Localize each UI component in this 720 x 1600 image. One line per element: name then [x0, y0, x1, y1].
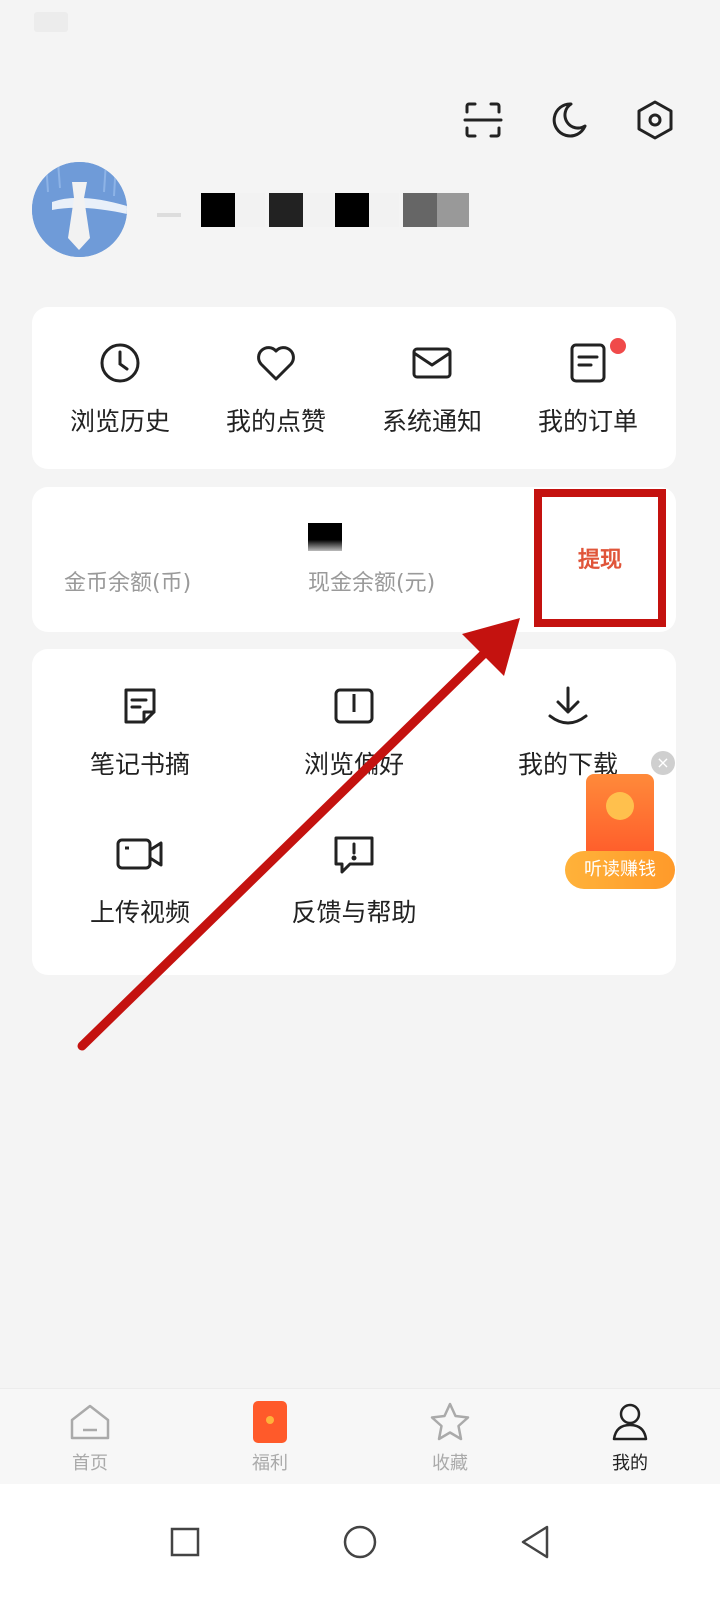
notification-badge: [610, 338, 626, 354]
mail-icon: [407, 338, 457, 388]
tab-label: 首页: [72, 1452, 108, 1474]
tool-label: 反馈与帮助: [291, 898, 417, 927]
quick-menu-card: 浏览历史 我的点赞 系统通知 我的订单: [32, 307, 676, 469]
tool-label: 上传视频: [89, 898, 190, 927]
heart-icon: [251, 338, 301, 388]
cash-balance[interactable]: 现金余额(元): [308, 487, 435, 632]
tool-preferences[interactable]: 浏览偏好: [254, 681, 454, 781]
star-icon: [425, 1399, 475, 1445]
settings-icon[interactable]: [630, 95, 680, 145]
header-actions: [458, 95, 680, 145]
clock-icon: [95, 338, 145, 388]
profile-header[interactable]: [32, 162, 477, 257]
tab-label: 我的: [612, 1452, 648, 1474]
menu-system-notice[interactable]: 系统通知: [362, 338, 502, 438]
video-camera-icon: [115, 829, 165, 879]
username-redacted: [157, 192, 477, 227]
tab-label: 收藏: [432, 1452, 468, 1474]
tab-home[interactable]: 首页: [30, 1399, 150, 1475]
cash-balance-label: 现金余额(元): [308, 570, 436, 596]
tab-welfare[interactable]: 福利: [210, 1399, 330, 1475]
withdraw-button[interactable]: 提现: [578, 542, 622, 574]
balance-card: 金币余额(币) 现金余额(元) 提现: [32, 487, 676, 632]
floating-ad-label: 听读赚钱: [565, 851, 675, 889]
menu-browse-history[interactable]: 浏览历史: [50, 338, 190, 438]
menu-label: 浏览历史: [69, 407, 170, 436]
menu-label: 我的订单: [537, 407, 638, 436]
home-button[interactable]: [340, 1522, 380, 1562]
download-icon: [543, 681, 593, 731]
menu-my-orders[interactable]: 我的订单: [518, 338, 658, 438]
close-icon[interactable]: ×: [651, 751, 675, 775]
scan-icon[interactable]: [458, 95, 508, 145]
avatar[interactable]: [32, 162, 127, 257]
note-icon: [115, 681, 165, 731]
menu-my-likes[interactable]: 我的点赞: [206, 338, 346, 438]
back-button[interactable]: [515, 1522, 555, 1562]
tab-favorites[interactable]: 收藏: [390, 1399, 510, 1475]
tool-label: 笔记书摘: [89, 750, 190, 779]
feedback-icon: [329, 829, 379, 879]
book-icon: [329, 681, 379, 731]
recents-button[interactable]: [165, 1522, 205, 1562]
red-envelope-icon: [586, 774, 654, 860]
bottom-tab-bar: 首页 福利 收藏 我的: [0, 1388, 720, 1484]
menu-label: 系统通知: [381, 407, 482, 436]
person-icon: [605, 1399, 655, 1445]
status-bar-blur: [34, 12, 68, 32]
tab-mine[interactable]: 我的: [570, 1399, 690, 1475]
cash-balance-value-masked: [308, 522, 435, 553]
redaction-mask: [157, 192, 469, 227]
home-icon: [65, 1399, 115, 1445]
tool-notes[interactable]: 笔记书摘: [40, 681, 240, 781]
menu-label: 我的点赞: [225, 407, 326, 436]
red-envelope-icon: [245, 1399, 295, 1445]
coin-balance[interactable]: 金币余额(币): [64, 487, 191, 632]
tab-label: 福利: [252, 1452, 288, 1474]
tool-upload-video[interactable]: 上传视频: [40, 829, 240, 929]
night-mode-icon[interactable]: [544, 95, 594, 145]
coin-balance-label: 金币余额(币): [64, 570, 192, 596]
system-nav-bar: [0, 1484, 720, 1600]
order-icon: [563, 338, 613, 388]
tool-label: 浏览偏好: [303, 750, 404, 779]
tool-feedback[interactable]: 反馈与帮助: [254, 829, 454, 929]
annotation-highlight-box: 提现: [534, 489, 666, 627]
coin-balance-value-masked: [64, 523, 191, 553]
